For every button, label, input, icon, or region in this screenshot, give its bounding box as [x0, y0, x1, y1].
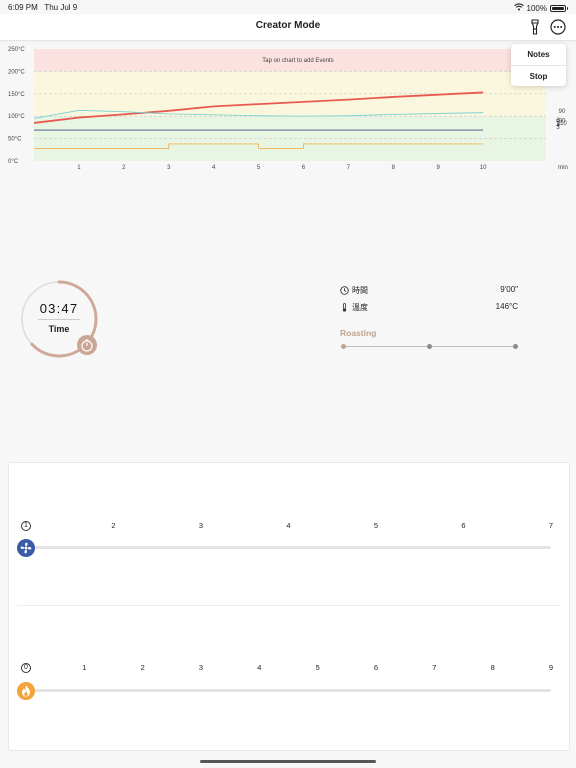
status-date: Thu Jul 9	[44, 3, 78, 12]
stopwatch-icon	[81, 339, 93, 352]
page-title: Creator Mode	[255, 20, 321, 31]
chart-x-tick: 2	[122, 165, 126, 171]
slider-tick-label: 3	[198, 521, 204, 530]
options-menu: Notes Stop	[511, 44, 566, 86]
slider-tick-label: 8	[490, 663, 495, 672]
chart-x-tick: 7	[347, 165, 351, 171]
chart-x-label: min	[558, 165, 568, 171]
status-indicators: 100%	[513, 3, 568, 13]
info-row-temperature: 溫度 146°C	[340, 302, 518, 314]
chart-y-tick: 50°C	[8, 137, 22, 143]
stage-label: Roasting	[340, 328, 377, 338]
slider-tick-label: 7	[548, 521, 554, 530]
fan-slider-track[interactable]	[26, 546, 551, 549]
slider-tick-label: 4	[286, 521, 291, 530]
info-label-time: 時間	[352, 286, 368, 295]
slider-tick-label: 1	[21, 521, 31, 531]
clock-icon	[340, 286, 349, 295]
status-bar: 6:09 PM Thu Jul 9 100%	[0, 0, 576, 14]
control-panel: 1 2 3 4 5 6 7 0 1 2 3 4 5 6 7 8 9	[8, 462, 570, 751]
fan-icon	[20, 542, 32, 554]
slider-tick-label: 5	[373, 521, 379, 530]
timer-divider	[38, 319, 80, 320]
menu-item-stop[interactable]: Stop	[511, 65, 566, 87]
battery-fill	[552, 6, 564, 10]
nav-bar: Creator Mode	[0, 14, 576, 41]
thermometer-icon	[342, 303, 347, 312]
chart-y-tick: 150°C	[8, 92, 25, 98]
slider-tick-label: 2	[140, 663, 145, 672]
battery-icon	[550, 4, 568, 12]
status-time: 6:09 PM	[8, 3, 38, 12]
chart-x-tick: 4	[212, 165, 216, 171]
chart-side-label: 90	[559, 109, 566, 115]
stage-dot[interactable]	[427, 344, 432, 349]
heat-slider-track[interactable]	[26, 689, 551, 692]
chart-y-tick: 250°C	[8, 47, 25, 53]
info-key-temperature: 溫度	[340, 302, 368, 313]
slider-tick-label: 2	[111, 521, 116, 530]
slider-tick-label: 6	[373, 663, 379, 672]
info-row-time: 時間 9'00"	[340, 285, 518, 297]
fan-slider-thumb[interactable]	[17, 539, 35, 557]
chart-x-tick: 1	[77, 165, 81, 171]
status-time-date: 6:09 PM Thu Jul 9	[8, 3, 77, 12]
slider-tick-label: 5	[315, 663, 320, 672]
info-label-temperature: 溫度	[352, 303, 368, 312]
slider-tick-label: 4	[257, 663, 262, 672]
timer-label: Time	[48, 324, 70, 334]
chart-y-tick: 100°C	[8, 114, 25, 120]
slider-tick-label: 7	[432, 663, 437, 672]
chart-y-tick: 0°C	[8, 159, 19, 165]
battery-percent: 100%	[526, 3, 547, 13]
chart-x-tick: 3	[167, 165, 171, 171]
info-value-temperature: 146°C	[495, 302, 518, 311]
slider-tick-label: 1	[82, 663, 87, 672]
roast-chart-svg[interactable]: Tap on chart to add Events250°C200°C150°…	[0, 40, 576, 175]
heat-slider-thumb[interactable]	[17, 682, 35, 700]
stage-dot[interactable]	[341, 344, 346, 349]
timer-value: 03:47	[39, 301, 79, 316]
info-value-time: 9'00"	[500, 285, 518, 294]
chart-x-tick: 10	[480, 165, 487, 171]
flame-icon	[22, 685, 30, 697]
wifi-icon	[513, 3, 524, 13]
roast-chart[interactable]: Tap on chart to add Events 250°C 200°C 150°…	[0, 40, 576, 175]
slider-tick-label: 6	[461, 521, 466, 530]
slider-tick-label: 3	[198, 663, 204, 672]
slider-tick-label: 0	[21, 663, 31, 673]
chart-x-tick: 9	[437, 165, 441, 171]
chart-x-tick: 5	[257, 165, 261, 171]
menu-item-notes[interactable]: Notes	[511, 44, 566, 65]
timer-badge[interactable]	[77, 335, 97, 355]
chart-x-tick: 6	[302, 165, 306, 171]
roast-timer: 03:47 Time	[19, 279, 99, 359]
stage-dot[interactable]	[513, 344, 518, 349]
chart-y-tick: 200°C	[8, 69, 25, 75]
more-options-icon[interactable]	[549, 18, 567, 36]
home-indicator	[200, 760, 376, 763]
slider-tick-label: 9	[548, 663, 554, 672]
flashlight-icon[interactable]	[526, 18, 544, 36]
chart-x-tick: 8	[392, 165, 396, 171]
info-key-time: 時間	[340, 285, 368, 296]
chart-annotation[interactable]: Tap on chart to add Events	[262, 58, 333, 64]
panel-divider	[17, 605, 561, 606]
